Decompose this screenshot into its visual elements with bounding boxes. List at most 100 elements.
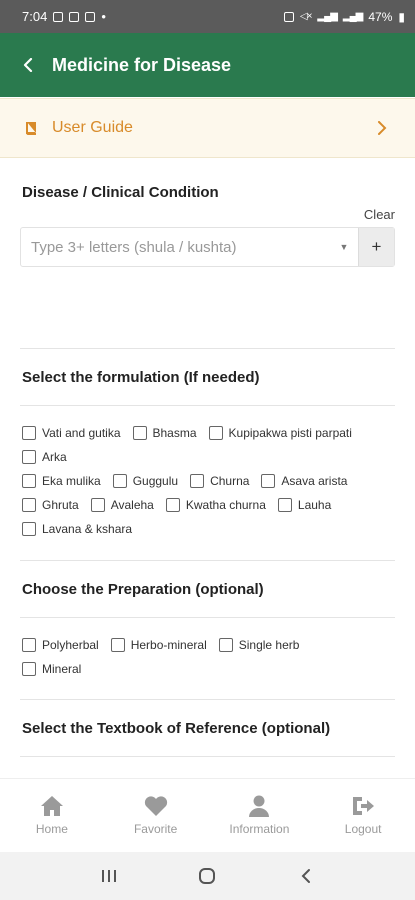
back-button-icon[interactable]	[294, 866, 318, 886]
checkbox-label: Asava arista	[281, 474, 348, 488]
checkbox-label: Guggulu	[132, 474, 179, 488]
battery-level: 47%	[368, 9, 393, 24]
formulation-checkbox[interactable]: Kwatha churna	[165, 498, 266, 512]
checkbox-box[interactable]	[22, 662, 36, 676]
signal-icon: ▂▄▆	[317, 11, 337, 22]
checkbox-box[interactable]	[22, 522, 36, 536]
chat-notification-icon	[69, 11, 80, 22]
formulation-checkbox[interactable]: Vati and gutika	[22, 426, 121, 440]
back-arrow-icon[interactable]	[22, 58, 36, 72]
preparation-row: Mineral	[22, 662, 93, 676]
photo-notification-icon	[53, 11, 64, 22]
checkbox-box[interactable]	[190, 474, 205, 488]
divider	[20, 699, 395, 700]
nav-logout-label: Logout	[344, 821, 382, 836]
checkbox-label: Eka mulika	[42, 474, 101, 488]
recent-apps-icon[interactable]	[97, 866, 121, 886]
formulation-checkbox[interactable]: Eka mulika	[22, 474, 101, 488]
formulation-checkbox[interactable]: Arka	[22, 450, 67, 464]
user-icon	[246, 794, 272, 818]
bottom-navigation: Home Favorite Information Logout	[0, 778, 415, 850]
nav-favorite[interactable]: Favorite	[104, 779, 208, 850]
nav-home-label: Home	[35, 821, 68, 836]
checkbox-box[interactable]	[208, 426, 223, 440]
checkbox-box[interactable]	[218, 638, 233, 652]
formulation-row: Ghruta Avaleha Kwatha churna Lauha	[22, 498, 343, 512]
divider	[20, 617, 395, 618]
chevron-right-icon	[377, 121, 389, 135]
preparation-checkbox[interactable]: Herbo-mineral	[110, 638, 207, 652]
nav-favorite-label: Favorite	[133, 821, 178, 836]
checkbox-label: Churna	[210, 474, 250, 488]
formulation-row: Vati and gutika Bhasma Kupipakwa pisti p…	[22, 426, 364, 440]
book-icon	[24, 121, 38, 135]
heart-icon	[143, 794, 169, 818]
checkbox-box[interactable]	[90, 498, 105, 512]
formulation-checkbox[interactable]: Avaleha	[90, 498, 154, 512]
checkbox-box[interactable]	[165, 498, 180, 512]
checkbox-label: Herbo-mineral	[130, 638, 207, 652]
user-guide-label: User Guide	[52, 119, 133, 136]
nav-information-label: Information	[229, 821, 290, 836]
checkbox-box[interactable]	[132, 426, 147, 440]
formulation-checkbox[interactable]: Guggulu	[112, 474, 179, 488]
checkbox-label: Vati and gutika	[42, 426, 121, 440]
checkbox-box[interactable]	[22, 474, 36, 488]
alarm-icon	[283, 11, 294, 22]
more-notifications-icon: •	[101, 9, 106, 24]
formulation-checkbox[interactable]: Lavana & kshara	[22, 522, 132, 536]
preparation-checkbox[interactable]: Mineral	[22, 662, 81, 676]
checkbox-label: Lavana & kshara	[42, 522, 133, 536]
signal-2-icon: ▂▄▆	[342, 11, 363, 22]
checkbox-box[interactable]	[22, 450, 36, 464]
formulation-row: Lavana & kshara	[22, 522, 144, 536]
formulation-row: Arka	[22, 450, 79, 464]
divider	[20, 405, 395, 406]
home-icon	[39, 794, 65, 818]
checkbox-box[interactable]	[112, 474, 127, 488]
divider	[20, 560, 395, 561]
formulation-checkbox[interactable]: Churna	[190, 474, 249, 488]
preparation-section-title: Choose the Preparation (optional)	[22, 581, 264, 598]
clear-button[interactable]: Clear	[364, 207, 395, 222]
status-bar: 7:04 • ◁× ▂▄▆ ▂▄▆ 47% ▮	[0, 0, 415, 33]
checkbox-box[interactable]	[110, 638, 125, 652]
nav-information[interactable]: Information	[208, 779, 312, 850]
formulation-checkbox[interactable]: Ghruta	[22, 498, 79, 512]
formulation-section-title: Select the formulation (If needed)	[22, 369, 260, 386]
home-button-icon[interactable]	[195, 866, 219, 886]
app-header: Medicine for Disease	[0, 33, 415, 97]
checkbox-label: Single herb	[238, 638, 300, 652]
checkbox-label: Avaleha	[110, 498, 154, 512]
checkbox-box[interactable]	[22, 426, 36, 440]
logout-icon	[350, 794, 376, 818]
checkbox-label: Arka	[42, 450, 67, 464]
checkbox-label: Mineral	[42, 662, 82, 676]
dropdown-caret-icon[interactable]: ▼	[334, 242, 354, 252]
user-guide-row[interactable]: User Guide	[0, 98, 415, 158]
nav-home[interactable]: Home	[0, 779, 104, 850]
preparation-row: Polyherbal Herbo-mineral Single herb	[22, 638, 311, 652]
disease-section-title: Disease / Clinical Condition	[22, 184, 219, 201]
formulation-checkbox[interactable]: Bhasma	[132, 426, 197, 440]
nav-logout[interactable]: Logout	[311, 779, 415, 850]
formulation-checkbox[interactable]: Asava arista	[261, 474, 347, 488]
checkbox-box[interactable]	[261, 474, 276, 488]
status-left: 7:04 •	[22, 9, 106, 24]
textbook-section-title: Select the Textbook of Reference (option…	[22, 720, 331, 737]
checkbox-box[interactable]	[22, 498, 36, 512]
preparation-checkbox[interactable]: Polyherbal	[22, 638, 99, 652]
system-navigation	[0, 852, 415, 900]
checkbox-box[interactable]	[277, 498, 292, 512]
add-disease-button[interactable]: +	[358, 228, 394, 266]
status-right: ◁× ▂▄▆ ▂▄▆ 47% ▮	[283, 9, 405, 24]
formulation-checkbox[interactable]: Lauha	[277, 498, 331, 512]
checkbox-label: Ghruta	[42, 498, 79, 512]
disease-search-box: ▼ +	[20, 227, 395, 267]
preparation-checkbox[interactable]: Single herb	[218, 638, 300, 652]
formulation-row: Eka mulika Guggulu Churna Asava arista	[22, 474, 359, 488]
disease-search-input[interactable]	[21, 228, 334, 266]
formulation-checkbox[interactable]: Kupipakwa pisti parpati	[208, 426, 352, 440]
checkbox-box[interactable]	[22, 638, 36, 652]
divider	[20, 348, 395, 349]
